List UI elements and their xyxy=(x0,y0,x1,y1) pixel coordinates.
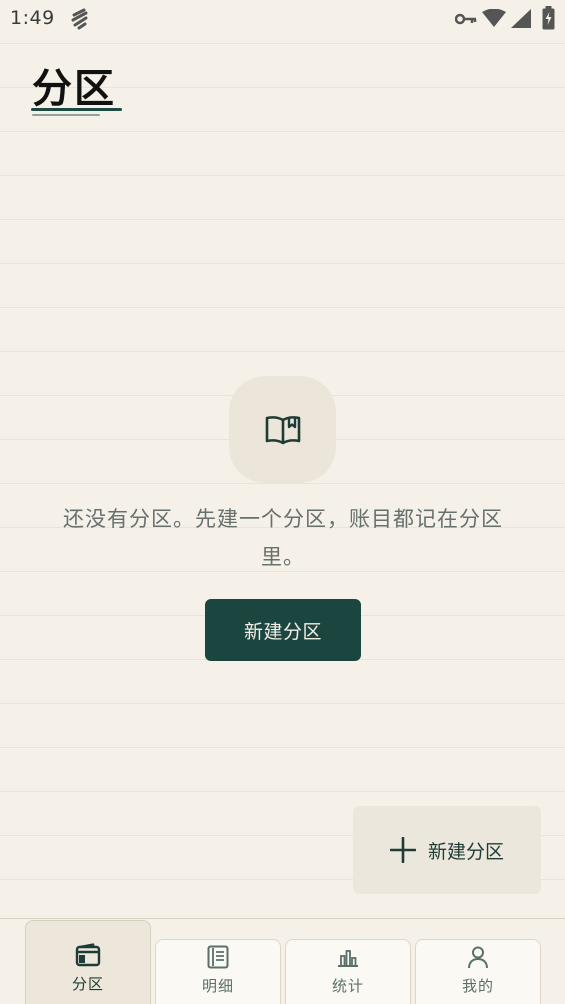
battery-charging-icon xyxy=(542,6,555,30)
person-icon xyxy=(468,946,488,969)
sync-icon xyxy=(71,8,88,30)
create-section-button[interactable]: 新建分区 xyxy=(205,599,361,661)
app-screen: 1:49 分区 还没有分区。先建一个分区，账目都记在分区里。 新建分区 新建分区… xyxy=(0,0,565,1004)
list-doc-icon xyxy=(207,945,229,969)
signal-icon xyxy=(511,9,531,28)
new-section-fab[interactable]: 新建分区 xyxy=(353,806,541,894)
open-book-icon xyxy=(265,415,300,444)
nav-label-sections: 分区 xyxy=(71,975,104,993)
nav-label-details: 明细 xyxy=(201,977,234,995)
nav-label-stats: 统计 xyxy=(331,977,364,995)
nav-item-sections[interactable]: 分区 xyxy=(25,920,151,1004)
nav-item-stats[interactable]: 统计 xyxy=(285,939,411,1004)
title-underline xyxy=(31,108,122,111)
page-title: 分区 xyxy=(32,65,116,112)
nav-item-me[interactable]: 我的 xyxy=(415,939,541,1004)
bar-chart-icon xyxy=(338,950,358,967)
title-underline-secondary xyxy=(32,114,100,116)
nav-item-details[interactable]: 明细 xyxy=(155,939,281,1004)
status-time: 1:49 xyxy=(10,7,55,29)
status-bar: 1:49 xyxy=(0,0,565,38)
bottom-nav: 分区 明细 统计 我的 xyxy=(0,918,565,1004)
empty-state-icon-container xyxy=(229,376,336,483)
empty-state-message: 还没有分区。先建一个分区，账目都记在分区里。 xyxy=(63,507,503,569)
wifi-icon xyxy=(482,9,506,27)
wallet-icon xyxy=(75,943,101,967)
vpn-key-icon xyxy=(455,13,477,25)
nav-label-me: 我的 xyxy=(461,977,494,995)
plus-icon xyxy=(389,837,416,863)
fab-label: 新建分区 xyxy=(427,840,504,863)
